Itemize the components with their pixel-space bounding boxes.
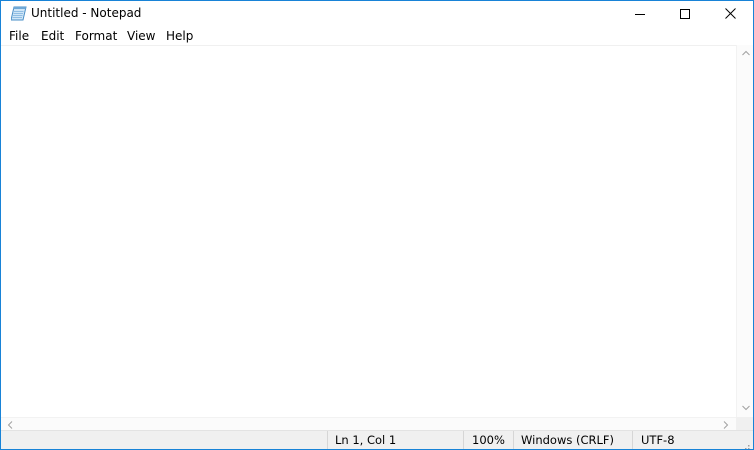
menu-file[interactable]: File bbox=[9, 29, 29, 43]
menu-edit[interactable]: Edit bbox=[41, 29, 64, 43]
resize-grip-icon[interactable] bbox=[741, 436, 751, 449]
text-editor[interactable] bbox=[1, 46, 736, 417]
vertical-scrollbar[interactable] bbox=[736, 45, 753, 417]
notepad-icon[interactable] bbox=[10, 6, 27, 21]
status-encoding: UTF-8 bbox=[641, 433, 675, 447]
menu-bar: File Edit Format View Help bbox=[1, 27, 753, 45]
close-icon bbox=[724, 4, 736, 23]
maximize-button[interactable] bbox=[662, 1, 708, 26]
status-divider bbox=[463, 431, 464, 449]
maximize-icon bbox=[680, 4, 690, 23]
minimize-icon bbox=[635, 4, 645, 23]
status-divider bbox=[327, 431, 328, 449]
notepad-window: Untitled - Notepad File Edit Format View… bbox=[0, 0, 754, 450]
status-line-ending: Windows (CRLF) bbox=[521, 433, 615, 447]
status-cursor-position: Ln 1, Col 1 bbox=[335, 433, 397, 447]
text-editor-area bbox=[1, 45, 736, 417]
window-title: Untitled - Notepad bbox=[31, 6, 142, 20]
status-divider bbox=[632, 431, 633, 449]
title-bar[interactable]: Untitled - Notepad bbox=[1, 1, 753, 26]
scrollbar-corner bbox=[736, 417, 753, 430]
status-bar: Ln 1, Col 1 100% Windows (CRLF) UTF-8 bbox=[1, 430, 753, 449]
status-zoom-level: 100% bbox=[472, 433, 505, 447]
menu-format[interactable]: Format bbox=[75, 29, 117, 43]
scroll-down-arrow-icon[interactable] bbox=[737, 401, 753, 415]
menu-view[interactable]: View bbox=[127, 29, 155, 43]
menu-help[interactable]: Help bbox=[166, 29, 193, 43]
status-divider bbox=[513, 431, 514, 449]
horizontal-scrollbar[interactable] bbox=[1, 417, 736, 430]
close-button[interactable] bbox=[707, 1, 753, 26]
scroll-up-arrow-icon[interactable] bbox=[737, 46, 753, 60]
minimize-button[interactable] bbox=[617, 1, 663, 26]
